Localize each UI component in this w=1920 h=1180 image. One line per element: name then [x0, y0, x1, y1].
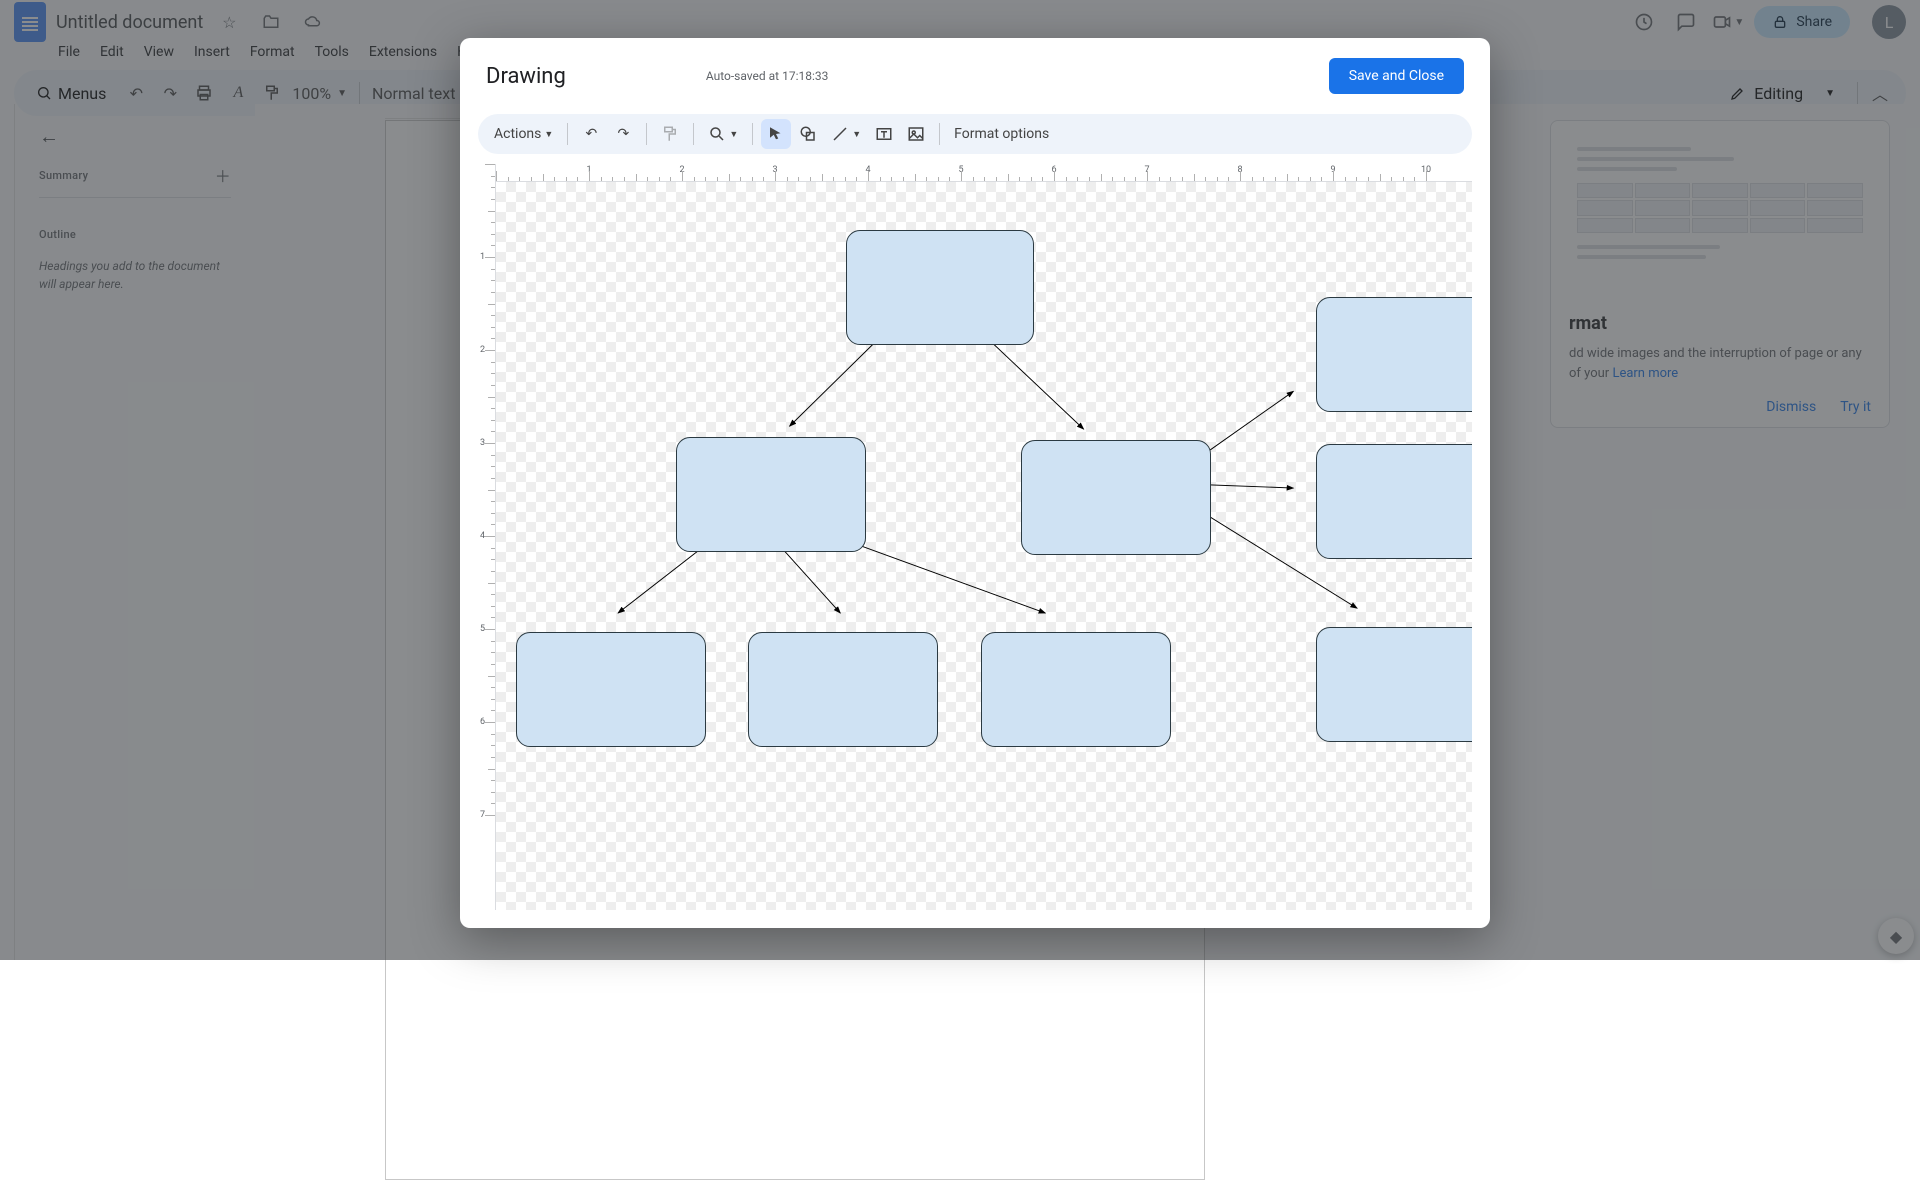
shape-n3[interactable]	[1021, 440, 1211, 555]
dialog-title: Drawing	[486, 64, 566, 89]
drawing-vertical-ruler: 1234567	[478, 164, 496, 910]
drawing-horizontal-ruler: 12345678910	[496, 164, 1472, 182]
drawing-canvas[interactable]	[496, 182, 1472, 910]
connector[interactable]	[987, 338, 1083, 429]
shape-n7[interactable]	[748, 632, 938, 747]
connector[interactable]	[835, 536, 1045, 613]
shape-n2[interactable]	[676, 437, 866, 552]
textbox-tool[interactable]	[869, 119, 899, 149]
connector[interactable]	[790, 338, 880, 426]
save-and-close-button[interactable]: Save and Close	[1329, 58, 1464, 94]
autosave-status: Auto-saved at 17:18:33	[706, 69, 829, 83]
format-options-label: Format options	[954, 126, 1049, 142]
undo-icon[interactable]: ↶	[576, 119, 606, 149]
select-tool[interactable]	[761, 119, 791, 149]
shape-n8[interactable]	[981, 632, 1171, 747]
actions-label: Actions	[494, 126, 541, 142]
drawing-dialog: Drawing Auto-saved at 17:18:33 Save and …	[460, 38, 1490, 928]
redo-icon[interactable]: ↷	[608, 119, 638, 149]
zoom-tool[interactable]: ▼	[702, 119, 744, 149]
drawing-toolbar: Actions▼ ↶ ↷ ▼ ▼ Format options	[478, 114, 1472, 154]
line-tool[interactable]: ▼	[825, 119, 867, 149]
paint-format-icon[interactable]	[655, 119, 685, 149]
shape-n4[interactable]	[1316, 297, 1472, 412]
shape-n9[interactable]	[1316, 627, 1472, 742]
canvas-area: 1234567 12345678910	[460, 164, 1490, 928]
shape-n5[interactable]	[1316, 444, 1472, 559]
format-options-button[interactable]: Format options	[948, 119, 1055, 149]
image-tool[interactable]	[901, 119, 931, 149]
actions-menu[interactable]: Actions▼	[488, 119, 559, 149]
dialog-header: Drawing Auto-saved at 17:18:33 Save and …	[460, 38, 1490, 108]
shape-n1[interactable]	[846, 230, 1034, 345]
shape-tool[interactable]	[793, 119, 823, 149]
shape-n6[interactable]	[516, 632, 706, 747]
